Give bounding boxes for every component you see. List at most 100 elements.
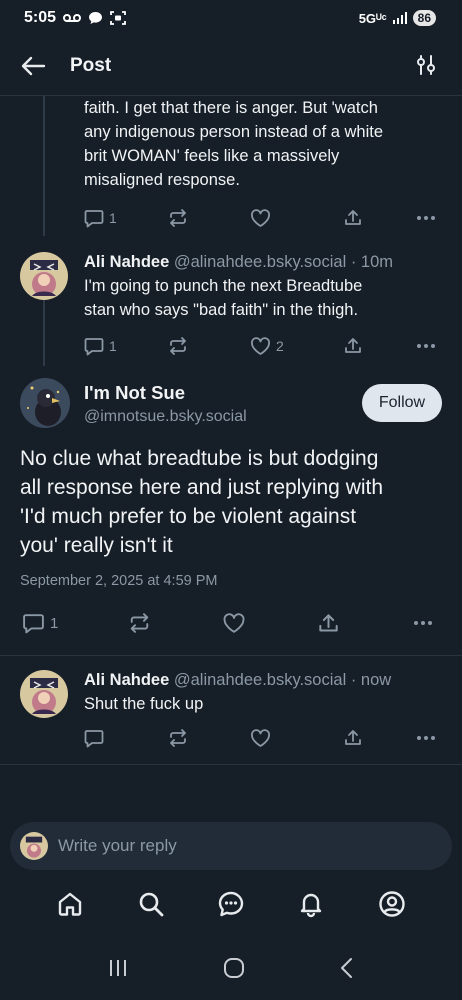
back-button[interactable] [20, 50, 52, 82]
reply-button[interactable]: 1 [84, 209, 117, 228]
more-options-button[interactable] [416, 343, 436, 349]
back-system-button[interactable] [339, 957, 355, 984]
nav-home[interactable] [56, 890, 84, 923]
reply-count: 1 [109, 338, 117, 354]
home-circle-icon [224, 957, 244, 978]
bell-icon [301, 893, 322, 917]
share-button[interactable] [344, 729, 362, 747]
reply-button[interactable]: 1 [22, 613, 58, 634]
comment-icon [84, 729, 104, 747]
post-text-line: No clue what breadtube is but dodging [20, 447, 379, 470]
more-options-button[interactable] [412, 620, 434, 626]
post-text-line: any indigenous person instead of a white [84, 123, 384, 141]
post-item[interactable]: Ali Nahdee @alinahdee.bsky.social · 10m … [0, 250, 462, 364]
repost-icon [170, 209, 186, 227]
nav-search[interactable] [137, 890, 165, 923]
post-text: faith. I get that there is anger. But 'w… [84, 96, 442, 192]
post-item[interactable]: faith. I get that there is anger. But 'w… [0, 96, 462, 236]
more-horizontal-icon [417, 344, 435, 348]
more-horizontal-icon [417, 216, 435, 220]
author-name[interactable]: Ali Nahdee [84, 253, 169, 271]
like-button[interactable] [250, 208, 271, 228]
home-icon [58, 892, 82, 916]
recent-apps-icon [110, 959, 126, 976]
post-text-line: brit WOMAN' feels like a massively [84, 147, 340, 165]
post-time: · 10m [350, 253, 394, 271]
status-bar: 5:05 5Gᵁᶜ 86 [0, 0, 462, 36]
page-title: Post [70, 54, 112, 76]
repost-icon [170, 337, 186, 355]
avatar-image [20, 378, 70, 428]
post-time: · now [350, 671, 392, 689]
chevron-left-icon [341, 957, 352, 978]
heart-icon [251, 728, 270, 747]
focused-post: I'm Not Sue @imnotsue.bsky.social Follow… [0, 376, 462, 643]
comment-icon [84, 209, 104, 227]
avatar[interactable] [20, 670, 68, 718]
more-options-button[interactable] [416, 215, 436, 221]
avatar[interactable] [20, 378, 70, 428]
repost-button[interactable] [168, 729, 188, 747]
reply-button[interactable]: 1 [84, 337, 117, 356]
post-author-line: Ali Nahdee @alinahdee.bsky.social · now [84, 668, 442, 692]
repost-button[interactable] [168, 337, 188, 355]
author-handle[interactable]: @alinahdee.bsky.social [174, 671, 346, 689]
post-item[interactable]: Ali Nahdee @alinahdee.bsky.social · now … [0, 656, 462, 756]
post-text-line: 'I'd much prefer to be violent against [20, 505, 357, 528]
avatar-image [20, 832, 48, 860]
repost-icon [130, 613, 149, 633]
share-icon [345, 730, 361, 745]
repost-button[interactable] [128, 613, 151, 633]
recent-apps-button[interactable] [107, 958, 129, 983]
post-text-line: I'm going to punch the next Breadtube [84, 277, 363, 295]
reply-count: 1 [109, 210, 117, 226]
post-author-line: Ali Nahdee @alinahdee.bsky.social · 10m [84, 250, 442, 274]
avatar [20, 832, 48, 860]
reply-count: 1 [50, 614, 59, 632]
battery-indicator: 86 [412, 10, 436, 26]
share-button[interactable] [318, 613, 339, 634]
like-button[interactable] [250, 728, 271, 748]
reply-input[interactable]: Write your reply [58, 836, 177, 856]
author-handle[interactable]: @alinahdee.bsky.social [174, 253, 346, 271]
share-icon [319, 613, 338, 631]
more-horizontal-icon [417, 736, 435, 740]
nav-chat[interactable] [217, 890, 245, 923]
home-system-button[interactable] [223, 957, 245, 984]
heart-icon [251, 336, 270, 355]
post-text: I'm going to punch the next Breadtube st… [84, 274, 442, 322]
more-options-button[interactable] [416, 735, 436, 741]
post-timestamp: September 2, 2025 at 4:59 PM [20, 573, 218, 589]
thread: faith. I get that there is anger. But 'w… [0, 96, 462, 765]
follow-button[interactable]: Follow [362, 384, 442, 422]
nav-notifications[interactable] [297, 890, 325, 923]
profile-icon [379, 890, 405, 917]
more-horizontal-icon [414, 621, 432, 625]
bottom-nav [0, 880, 462, 932]
like-button[interactable]: 2 [250, 336, 284, 356]
repost-button[interactable] [168, 209, 188, 227]
like-button[interactable] [222, 612, 246, 634]
share-icon [345, 210, 361, 225]
comment-icon [23, 613, 44, 633]
post-text-line: all response here and just replying with [20, 476, 384, 499]
voicemail-icon [63, 14, 82, 22]
reply-composer[interactable]: Write your reply [10, 822, 452, 870]
nav-profile[interactable] [378, 890, 406, 923]
post-text: No clue what breadtube is but dodging al… [20, 444, 442, 560]
author-name[interactable]: Ali Nahdee [84, 671, 169, 689]
arrow-left-icon [21, 56, 46, 75]
sliders-icon [417, 55, 435, 75]
thread-settings-button[interactable] [416, 54, 436, 81]
reply-button[interactable] [84, 729, 104, 748]
post-actions: 1 [84, 200, 442, 236]
share-button[interactable] [344, 209, 362, 227]
screenshot-icon [110, 11, 126, 25]
share-icon [345, 338, 361, 353]
heart-icon [223, 612, 245, 633]
post-text-line: faith. I get that there is anger. But 'w… [84, 99, 378, 117]
chat-bubble-icon [89, 12, 103, 24]
post-actions: 1 [20, 603, 442, 643]
avatar[interactable] [20, 252, 68, 300]
share-button[interactable] [344, 337, 362, 355]
